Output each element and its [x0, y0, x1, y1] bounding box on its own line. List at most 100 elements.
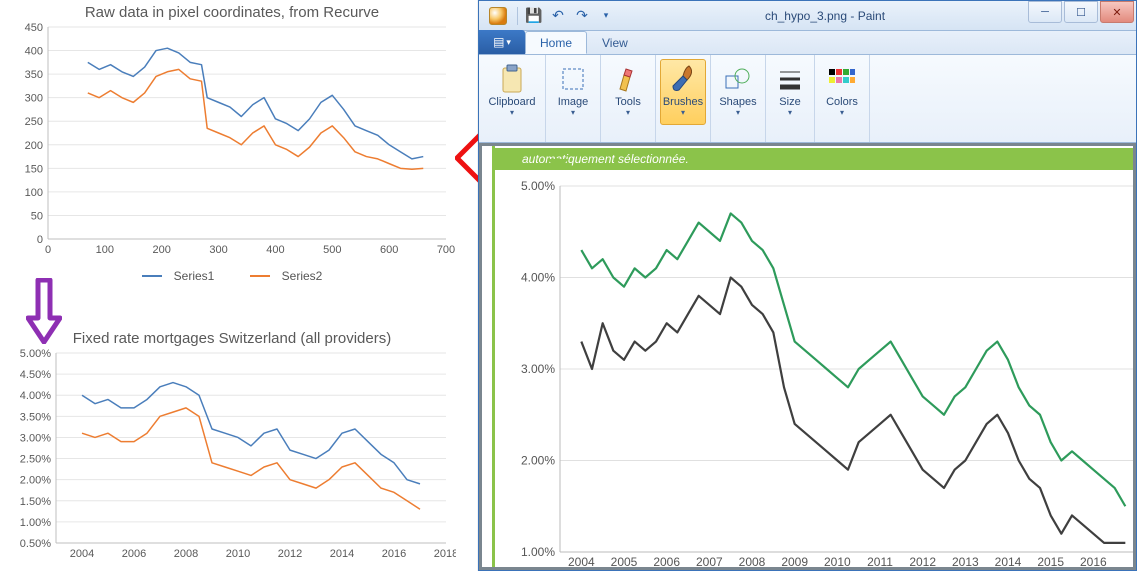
clipboard-icon: [497, 64, 527, 94]
tools-label: Tools: [615, 96, 641, 108]
qat-more-icon[interactable]: ▾: [595, 5, 617, 27]
group-brushes: Brushes ▾: [656, 55, 711, 142]
svg-text:3.00%: 3.00%: [521, 362, 555, 376]
svg-text:0.50%: 0.50%: [20, 538, 51, 550]
group-shapes: Shapes ▾: [711, 55, 766, 142]
size-icon: [775, 64, 805, 94]
svg-text:2010: 2010: [226, 548, 250, 560]
titlebar[interactable]: 💾 ↶ ↷ ▾ ch_hypo_3.png - Paint ─ ☐ ✕: [479, 1, 1136, 31]
paint-window: 💾 ↶ ↷ ▾ ch_hypo_3.png - Paint ─ ☐ ✕ ▤▾ H…: [478, 0, 1137, 571]
image-label: Image: [558, 96, 589, 108]
clipboard-button[interactable]: Clipboard ▾: [483, 59, 541, 125]
svg-text:2006: 2006: [653, 555, 680, 567]
ribbon-tabs: ▤▾ Home View: [479, 31, 1136, 55]
svg-text:2012: 2012: [278, 548, 302, 560]
svg-text:500: 500: [323, 244, 341, 256]
clipboard-label: Clipboard: [488, 96, 535, 108]
tab-view[interactable]: View: [587, 31, 643, 54]
svg-text:2011: 2011: [867, 555, 893, 567]
svg-text:2009: 2009: [781, 555, 808, 567]
ribbon: Clipboard ▾ Image ▾ Tools ▾: [479, 55, 1136, 143]
paint-chart-svg: 1.00%2.00%3.00%4.00%5.00%200420052006200…: [500, 166, 1133, 567]
chart-legend: Series1 Series2: [8, 266, 456, 283]
shapes-button[interactable]: Shapes ▾: [715, 59, 761, 125]
svg-text:700: 700: [437, 244, 455, 256]
group-image: Image ▾: [546, 55, 601, 142]
svg-text:200: 200: [153, 244, 171, 256]
paint-canvas-area[interactable]: automatiquement sélectionnée. 1.00%2.00%…: [479, 143, 1136, 570]
svg-text:2018: 2018: [434, 548, 456, 560]
green-banner-text: automatiquement sélectionnée.: [522, 152, 689, 166]
chart-title: Fixed rate mortgages Switzerland (all pr…: [8, 330, 456, 347]
window-title: ch_hypo_3.png - Paint: [622, 9, 1028, 23]
tab-home[interactable]: Home: [525, 31, 587, 54]
paint-app-icon[interactable]: [489, 7, 507, 25]
minimize-button[interactable]: ─: [1028, 1, 1062, 23]
group-tools: Tools ▾: [601, 55, 656, 142]
brushes-label: Brushes: [663, 96, 703, 108]
svg-text:5.00%: 5.00%: [20, 348, 51, 360]
legend-series1: Series1: [174, 269, 215, 283]
group-size: Size ▾: [766, 55, 815, 142]
svg-text:300: 300: [25, 93, 43, 105]
svg-text:2008: 2008: [174, 548, 198, 560]
chart-raw-pixel-svg: 0501001502002503003504004500100200300400…: [8, 21, 456, 261]
svg-text:450: 450: [25, 22, 43, 34]
svg-text:300: 300: [209, 244, 227, 256]
brush-icon: [668, 64, 698, 94]
save-icon[interactable]: 💾: [523, 5, 545, 27]
file-menu-icon: ▤: [493, 35, 504, 49]
svg-text:2004: 2004: [70, 548, 94, 560]
svg-text:2.00%: 2.00%: [521, 454, 555, 468]
svg-text:2.50%: 2.50%: [20, 454, 51, 466]
svg-text:2016: 2016: [382, 548, 406, 560]
group-clipboard: Clipboard ▾: [479, 55, 546, 142]
svg-text:600: 600: [380, 244, 398, 256]
chart-raw-pixel: Raw data in pixel coordinates, from Recu…: [8, 4, 456, 283]
svg-text:100: 100: [25, 187, 43, 199]
paint-canvas[interactable]: automatiquement sélectionnée. 1.00%2.00%…: [482, 146, 1133, 567]
svg-text:2015: 2015: [1037, 555, 1064, 567]
svg-text:100: 100: [96, 244, 114, 256]
group-colors: Colors ▾: [815, 55, 870, 142]
colors-button[interactable]: Colors ▾: [819, 59, 865, 125]
svg-text:5.00%: 5.00%: [521, 179, 555, 193]
pencil-icon: [613, 64, 643, 94]
undo-icon[interactable]: ↶: [547, 5, 569, 27]
redo-icon[interactable]: ↷: [571, 5, 593, 27]
svg-text:0: 0: [37, 234, 43, 246]
quick-access-toolbar: 💾 ↶ ↷ ▾: [479, 1, 622, 30]
svg-text:50: 50: [31, 210, 43, 222]
file-menu[interactable]: ▤▾: [479, 30, 525, 54]
svg-text:150: 150: [25, 163, 43, 175]
colors-icon: [827, 64, 857, 94]
svg-text:4.50%: 4.50%: [20, 369, 51, 381]
svg-text:1.50%: 1.50%: [20, 496, 51, 508]
shapes-icon: [723, 64, 753, 94]
colors-label: Colors: [826, 96, 858, 108]
maximize-button[interactable]: ☐: [1064, 1, 1098, 23]
svg-text:400: 400: [25, 46, 43, 58]
svg-text:2004: 2004: [568, 555, 595, 567]
chart-mortgages: Fixed rate mortgages Switzerland (all pr…: [8, 330, 456, 570]
legend-series2: Series2: [282, 269, 323, 283]
svg-text:0: 0: [45, 244, 51, 256]
chart-title: Raw data in pixel coordinates, from Recu…: [8, 4, 456, 21]
svg-text:4.00%: 4.00%: [521, 271, 555, 285]
size-button[interactable]: Size ▾: [770, 59, 810, 125]
svg-text:2010: 2010: [824, 555, 851, 567]
brushes-button[interactable]: Brushes ▾: [660, 59, 706, 125]
chart-mortgages-svg: 0.50%1.00%1.50%2.00%2.50%3.00%3.50%4.00%…: [8, 347, 456, 565]
tools-button[interactable]: Tools ▾: [605, 59, 651, 125]
svg-text:2014: 2014: [330, 548, 354, 560]
svg-text:350: 350: [25, 69, 43, 81]
svg-text:2014: 2014: [995, 555, 1022, 567]
svg-text:250: 250: [25, 116, 43, 128]
svg-text:2012: 2012: [909, 555, 936, 567]
left-charts-panel: Raw data in pixel coordinates, from Recu…: [0, 0, 460, 571]
svg-text:400: 400: [266, 244, 284, 256]
svg-text:4.00%: 4.00%: [20, 390, 51, 402]
close-button[interactable]: ✕: [1100, 1, 1134, 23]
image-button[interactable]: Image ▾: [550, 59, 596, 125]
size-label: Size: [779, 96, 800, 108]
